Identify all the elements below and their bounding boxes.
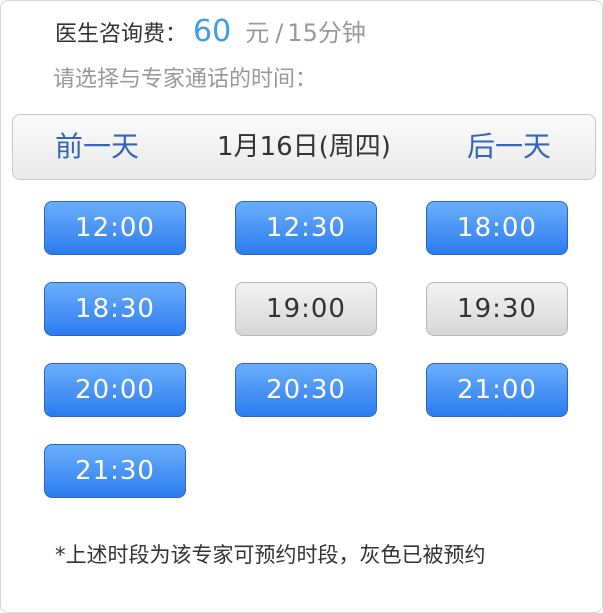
prev-day-button[interactable]: 前一天 (55, 115, 139, 179)
fee-separator: / (275, 19, 284, 47)
fee-label: 医生咨询费： (55, 22, 188, 47)
time-slot-2030[interactable]: 20:30 (235, 363, 377, 417)
time-slot-2100[interactable]: 21:00 (426, 363, 568, 417)
time-slot-1800[interactable]: 18:00 (426, 201, 568, 255)
fee-duration: 15分钟 (287, 19, 366, 47)
time-slot-1830[interactable]: 18:30 (44, 282, 186, 336)
time-slot-1930: 19:30 (426, 282, 568, 336)
date-navigator: 1月16日(周四) 前一天 后一天 (12, 114, 596, 180)
time-slot-2130[interactable]: 21:30 (44, 444, 186, 498)
time-slot-1230[interactable]: 12:30 (235, 201, 377, 255)
time-slot-1200[interactable]: 12:00 (44, 201, 186, 255)
time-slot-1900: 19:00 (235, 282, 377, 336)
fee-price: 60 (193, 14, 232, 49)
consultation-fee: 医生咨询费： 60 元 / 15分钟 (55, 13, 366, 53)
booking-panel: 医生咨询费： 60 元 / 15分钟 请选择与专家通话的时间： 1月16日(周四… (0, 0, 603, 613)
next-day-button[interactable]: 后一天 (467, 115, 551, 179)
time-select-prompt: 请选择与专家通话的时间： (53, 67, 318, 92)
time-slot-2000[interactable]: 20:00 (44, 363, 186, 417)
fee-unit: 元 (245, 19, 270, 47)
booking-note: *上述时段为该专家可预约时段，灰色已被预约 (55, 543, 486, 567)
